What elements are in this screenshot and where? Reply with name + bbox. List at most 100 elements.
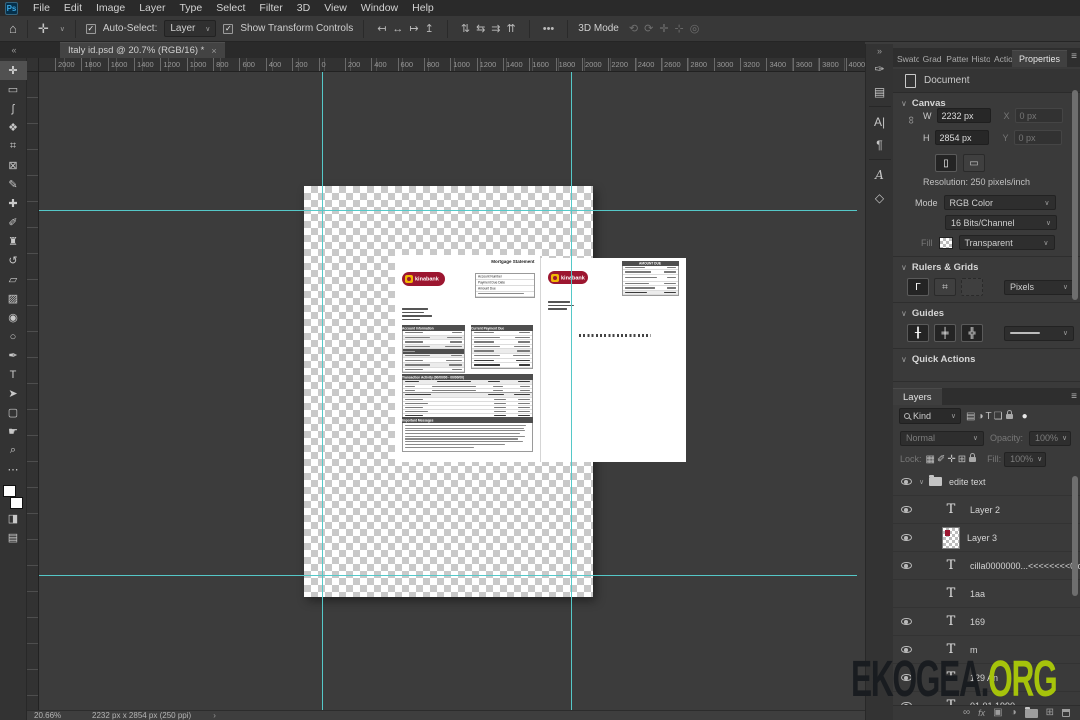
- history-brush-tool[interactable]: ↺: [0, 251, 27, 270]
- show-transform-checkbox[interactable]: ✓: [223, 23, 234, 34]
- layer-row[interactable]: Tcilla0000000...<<<<<<<<0 d: [893, 552, 1080, 580]
- more-options-icon[interactable]: •••: [540, 23, 558, 35]
- align-right-icon[interactable]: ↦: [406, 23, 421, 35]
- layer-row[interactable]: T 1aa: [893, 580, 1080, 608]
- fill-swatch[interactable]: [938, 236, 953, 249]
- layers-scrollbar[interactable]: [1072, 476, 1078, 596]
- chevron-down-icon[interactable]: ∨: [919, 478, 929, 486]
- delete-layer-icon[interactable]: [1062, 709, 1070, 717]
- toggle-guides-button[interactable]: ╂: [907, 324, 929, 342]
- 3d-roll-icon[interactable]: ⟳: [641, 23, 656, 35]
- clone-source-panel-icon[interactable]: ▤: [867, 80, 893, 103]
- ruler-origin-corner[interactable]: [27, 58, 39, 72]
- type-tool[interactable]: T: [0, 365, 27, 384]
- filter-pixel-layers-icon[interactable]: ▤: [965, 411, 976, 422]
- distribute-vertical-icon[interactable]: ⇅: [458, 23, 473, 35]
- panel-tab-properties[interactable]: Properties: [1011, 50, 1067, 67]
- menu-edit[interactable]: Edit: [57, 2, 89, 14]
- properties-scrollbar[interactable]: [1072, 90, 1078, 300]
- blend-mode-dropdown[interactable]: Normal ∨: [900, 430, 984, 446]
- layer-group-icon[interactable]: [1024, 706, 1038, 718]
- layers-menu-icon[interactable]: ≡: [1071, 391, 1077, 402]
- filter-shape-layers-icon[interactable]: ❏: [993, 411, 1004, 422]
- fill-dropdown[interactable]: Transparent ∨: [958, 235, 1055, 250]
- fill-field[interactable]: 100% ∨: [1004, 451, 1047, 467]
- move-tool-preset-icon[interactable]: ✛: [38, 22, 49, 35]
- character-panel-icon[interactable]: A|: [867, 110, 893, 133]
- edit-toolbar-icon[interactable]: ⋯: [0, 460, 27, 479]
- toggle-rulers-button[interactable]: Γ: [907, 278, 929, 296]
- menu-type[interactable]: Type: [172, 2, 209, 14]
- lock-position-icon[interactable]: ✛: [946, 454, 956, 465]
- marquee-tool[interactable]: ▭: [0, 80, 27, 99]
- visibility-eye-icon[interactable]: [893, 534, 919, 541]
- visibility-eye-icon[interactable]: [893, 562, 919, 569]
- lock-all-icon[interactable]: [969, 452, 977, 462]
- quick-actions-section-header[interactable]: ∨ Quick Actions: [901, 354, 975, 365]
- shape-tool[interactable]: ▢: [0, 403, 27, 422]
- filter-toggle-icon[interactable]: ●: [1021, 411, 1029, 422]
- lock-guides-button[interactable]: ╪: [934, 324, 956, 342]
- layer-filter-kind-dropdown[interactable]: Kind ∨: [899, 408, 961, 424]
- dodge-tool[interactable]: ○: [0, 327, 27, 346]
- blur-tool[interactable]: ◉: [0, 308, 27, 327]
- move-tool[interactable]: ✛: [0, 61, 27, 80]
- foreground-color-swatch[interactable]: [3, 485, 16, 497]
- paragraph-panel-icon[interactable]: ¶: [867, 133, 893, 156]
- panel-tab-gradi[interactable]: Gradi: [919, 51, 943, 67]
- 3d-orbit-icon[interactable]: ⟲: [626, 23, 641, 35]
- hand-tool[interactable]: ☛: [0, 422, 27, 441]
- menu-view[interactable]: View: [317, 2, 354, 14]
- chevron-down-icon[interactable]: ∨: [60, 25, 65, 33]
- screen-mode-icon[interactable]: ▤: [0, 528, 27, 547]
- background-color-swatch[interactable]: [10, 497, 23, 509]
- menu-window[interactable]: Window: [354, 2, 405, 14]
- 3d-pan-icon[interactable]: ✛: [656, 23, 671, 35]
- layer-mask-icon[interactable]: ▣: [993, 708, 1002, 718]
- panel-tab-histo[interactable]: Histo: [968, 51, 990, 67]
- distribute-top-edges-icon[interactable]: ⇈: [504, 23, 519, 35]
- path-selection-tool[interactable]: ➤: [0, 384, 27, 403]
- menu-select[interactable]: Select: [209, 2, 252, 14]
- close-icon[interactable]: ×: [211, 46, 216, 56]
- distribute-left-edges-icon[interactable]: ⇉: [488, 23, 503, 35]
- menu-3d[interactable]: 3D: [290, 2, 317, 14]
- visibility-eye-icon[interactable]: [893, 478, 919, 485]
- document-tab[interactable]: Italy id.psd @ 20.7% (RGB/16) * ×: [60, 42, 225, 58]
- healing-brush-tool[interactable]: ✚: [0, 194, 27, 213]
- new-layer-icon[interactable]: ⊞: [1046, 708, 1054, 718]
- color-swatches[interactable]: [3, 485, 23, 509]
- gradient-tool[interactable]: ▨: [0, 289, 27, 308]
- glyphs-panel-icon[interactable]: A: [867, 163, 893, 186]
- visibility-eye-icon[interactable]: [893, 618, 919, 625]
- align-center-horizontal-icon[interactable]: ↔: [389, 23, 406, 35]
- guide-horizontal-1[interactable]: [39, 210, 857, 211]
- link-layers-icon[interactable]: ∞: [963, 708, 970, 718]
- align-top-icon[interactable]: ↥: [422, 23, 437, 35]
- align-left-icon[interactable]: ↤: [374, 23, 389, 35]
- clone-stamp-tool[interactable]: ♜: [0, 232, 27, 251]
- panel-tab-swatc[interactable]: Swatc: [893, 51, 919, 67]
- filter-smart-objects-icon[interactable]: [1005, 409, 1013, 419]
- portrait-orientation-button[interactable]: ▯: [935, 154, 957, 172]
- toggle-snap-button[interactable]: [961, 278, 983, 296]
- guide-horizontal-2[interactable]: [39, 575, 857, 576]
- visibility-eye-icon[interactable]: [893, 506, 919, 513]
- 3d-camera-icon[interactable]: ◎: [687, 23, 703, 35]
- filter-adjustment-layers-icon[interactable]: ◑: [976, 411, 984, 422]
- eyedropper-tool[interactable]: ✎: [0, 175, 27, 194]
- status-chevron-icon[interactable]: ›: [213, 711, 216, 720]
- panel-tab-actio[interactable]: Actio: [990, 51, 1012, 67]
- height-field[interactable]: 2854 px: [934, 130, 989, 145]
- bit-depth-dropdown[interactable]: 16 Bits/Channel ∨: [945, 215, 1057, 230]
- ruler-units-dropdown[interactable]: Pixels ∨: [1004, 279, 1074, 295]
- quick-mask-icon[interactable]: ◨: [0, 509, 27, 528]
- guide-vertical-2[interactable]: [571, 72, 572, 710]
- frame-tool[interactable]: ⊠: [0, 156, 27, 175]
- rulers-grids-section-header[interactable]: ∨ Rulers & Grids: [901, 262, 978, 273]
- menu-filter[interactable]: Filter: [252, 2, 289, 14]
- menu-image[interactable]: Image: [89, 2, 132, 14]
- layer-row[interactable]: T Layer 2: [893, 496, 1080, 524]
- collapse-toolbar-icon[interactable]: «: [0, 42, 28, 58]
- guide-vertical-1[interactable]: [322, 72, 323, 710]
